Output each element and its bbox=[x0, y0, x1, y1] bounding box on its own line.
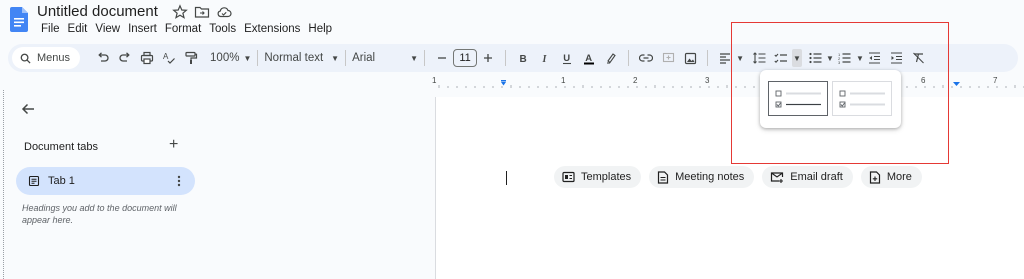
document-title[interactable]: Untitled document bbox=[37, 3, 158, 20]
svg-text:I: I bbox=[542, 54, 548, 64]
text-cursor bbox=[506, 171, 507, 185]
zoom-value: 100% bbox=[210, 52, 240, 64]
tab-label: Tab 1 bbox=[48, 175, 75, 187]
insert-comment-icon[interactable] bbox=[657, 47, 679, 69]
chip-label: Templates bbox=[581, 171, 632, 183]
increase-font-size-icon[interactable] bbox=[477, 47, 499, 69]
style-select[interactable]: Normal text ▼ bbox=[264, 52, 339, 64]
chevron-down-icon: ▼ bbox=[243, 53, 252, 63]
ruler-number: 7 bbox=[993, 76, 998, 85]
toolbar-divider bbox=[628, 50, 630, 66]
svg-text:U: U bbox=[563, 53, 570, 64]
toolbar-divider bbox=[505, 50, 507, 66]
tab-item-tab-1[interactable]: Tab 1 bbox=[16, 167, 195, 195]
meeting-notes-chip[interactable]: Meeting notes bbox=[649, 166, 755, 188]
menu-bar: File Edit View Insert Format Tools Exten… bbox=[37, 22, 336, 36]
templates-icon bbox=[562, 171, 575, 183]
decrease-font-size-icon[interactable] bbox=[431, 47, 453, 69]
svg-text:B: B bbox=[520, 54, 527, 64]
bold-icon[interactable]: B bbox=[512, 47, 534, 69]
style-value: Normal text bbox=[264, 52, 324, 64]
ruler-number: 1 bbox=[432, 76, 437, 85]
docs-logo-icon[interactable] bbox=[10, 7, 28, 32]
move-folder-icon[interactable] bbox=[194, 4, 210, 20]
underline-icon[interactable]: U bbox=[556, 47, 578, 69]
menus-search-button[interactable]: Menus bbox=[12, 47, 81, 69]
toolbar-divider bbox=[707, 50, 709, 66]
email-draft-chip[interactable]: Email draft bbox=[762, 166, 853, 188]
cloud-status-icon[interactable] bbox=[216, 4, 232, 20]
italic-icon[interactable]: I bbox=[534, 47, 556, 69]
toolbar-divider bbox=[424, 50, 426, 66]
chip-label: Meeting notes bbox=[675, 171, 745, 183]
templates-chip[interactable]: Templates bbox=[554, 166, 642, 188]
chip-label: Email draft bbox=[790, 171, 843, 183]
smart-chips: Templates Meeting notes Email draft More bbox=[554, 166, 922, 188]
ruler-number: 2 bbox=[633, 76, 638, 85]
add-tab-icon[interactable]: + bbox=[169, 137, 178, 153]
document-tab-icon bbox=[28, 175, 40, 187]
menu-view[interactable]: View bbox=[91, 22, 124, 36]
more-icon bbox=[869, 170, 880, 184]
search-icon bbox=[20, 53, 31, 64]
toolbar-divider bbox=[345, 50, 347, 66]
font-value: Arial bbox=[352, 52, 376, 64]
ruler-number: 1 bbox=[561, 76, 566, 85]
toolbar-divider bbox=[257, 50, 259, 66]
meeting-notes-icon bbox=[658, 170, 669, 184]
first-line-indent-marker bbox=[501, 80, 506, 82]
menu-edit[interactable]: Edit bbox=[64, 22, 92, 36]
more-vert-icon[interactable] bbox=[177, 174, 181, 192]
zoom-select[interactable]: 100% ▼ bbox=[210, 52, 251, 64]
menu-help[interactable]: Help bbox=[304, 22, 336, 36]
highlight-color-icon[interactable] bbox=[600, 47, 622, 69]
annotation-highlight-box bbox=[731, 22, 949, 164]
left-indent-marker bbox=[501, 82, 506, 86]
undo-icon[interactable] bbox=[92, 47, 114, 69]
more-chip[interactable]: More bbox=[860, 166, 922, 188]
ruler-number: 3 bbox=[705, 76, 710, 85]
text-color-icon[interactable]: A bbox=[578, 47, 600, 69]
chip-label: More bbox=[886, 171, 912, 183]
headings-hint: Headings you add to the document will ap… bbox=[22, 203, 177, 225]
menus-label: Menus bbox=[37, 52, 71, 64]
svg-text:A: A bbox=[585, 53, 592, 64]
font-select[interactable]: Arial ▼ bbox=[352, 52, 418, 64]
insert-link-icon[interactable] bbox=[635, 47, 657, 69]
right-indent-marker bbox=[953, 82, 960, 86]
vertical-ruler[interactable] bbox=[3, 90, 5, 279]
insert-image-icon[interactable] bbox=[679, 47, 701, 69]
document-tabs-heading: Document tabs bbox=[24, 141, 98, 153]
paint-format-icon[interactable] bbox=[180, 47, 202, 69]
svg-text:A: A bbox=[163, 52, 169, 61]
menu-extensions[interactable]: Extensions bbox=[240, 22, 304, 36]
chevron-down-icon: ▼ bbox=[410, 53, 419, 63]
print-icon[interactable] bbox=[136, 47, 158, 69]
menu-file[interactable]: File bbox=[37, 22, 64, 36]
menu-format[interactable]: Format bbox=[161, 22, 205, 36]
menu-tools[interactable]: Tools bbox=[205, 22, 240, 36]
star-icon[interactable] bbox=[172, 3, 188, 20]
chevron-down-icon: ▼ bbox=[331, 53, 340, 63]
font-size-input[interactable]: 11 bbox=[453, 49, 478, 67]
back-arrow-icon[interactable] bbox=[20, 101, 36, 122]
email-draft-icon bbox=[771, 172, 784, 183]
redo-icon[interactable] bbox=[114, 47, 136, 69]
menu-insert[interactable]: Insert bbox=[124, 22, 161, 36]
spellcheck-icon[interactable]: A bbox=[158, 47, 180, 69]
